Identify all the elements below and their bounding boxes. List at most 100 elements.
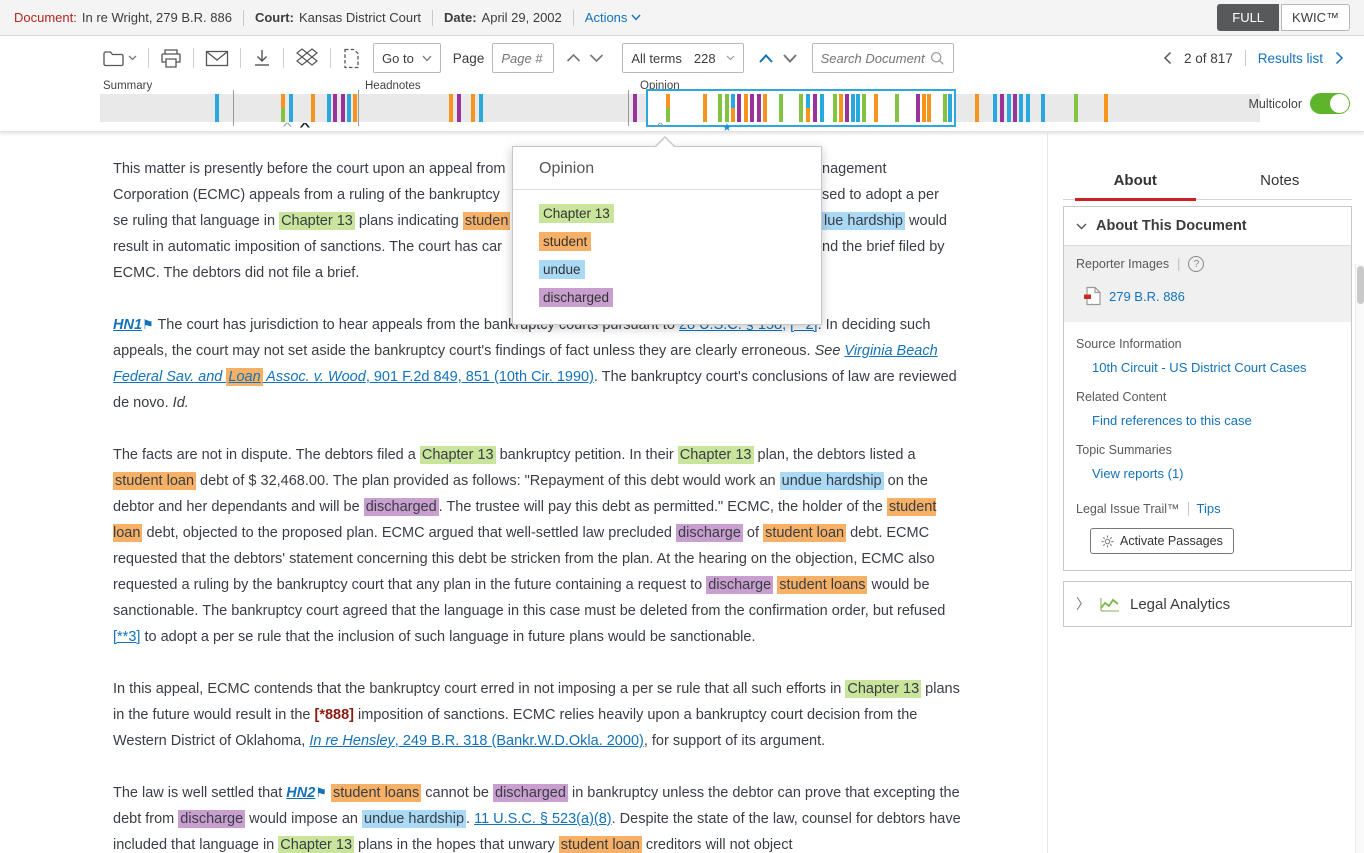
timeline-tick[interactable] [750,94,754,122]
timeline-tick[interactable] [856,94,860,122]
timeline-tick[interactable] [993,94,997,122]
inline-link[interactable]: 11 U.S.C. § 523(a)(8) [474,811,612,827]
timeline-tick[interactable] [703,94,707,122]
timeline-tick[interactable] [289,94,293,122]
inline-link[interactable]: HN2 [286,785,315,801]
timeline-tick[interactable] [813,94,817,122]
inline-link[interactable]: [**3] [113,629,140,645]
legal-analytics-panel[interactable]: 〉 Legal Analytics [1063,581,1352,627]
download-button[interactable] [250,46,274,70]
search-terms-dropdown[interactable]: All terms 228 [622,43,743,73]
tab-about[interactable]: About [1063,172,1208,199]
timeline-tick[interactable] [922,94,926,122]
timeline-tick[interactable] [757,94,761,122]
timeline-tick[interactable] [975,94,979,122]
timeline-tick[interactable] [943,94,947,122]
inline-link[interactable]: Loan [226,368,262,386]
related-content-link[interactable]: Find references to this case [1092,413,1339,428]
folder-button[interactable] [100,47,139,70]
vertical-scrollbar[interactable] [1355,264,1364,853]
timeline-caret[interactable]: ^ [283,124,292,132]
multicolor-toggle[interactable] [1310,93,1350,114]
timeline-tick[interactable] [820,94,824,122]
timeline-tick[interactable] [1007,94,1011,122]
inline-link[interactable]: In re Hensley [309,733,394,749]
actions-menu[interactable]: Actions [585,10,642,25]
copy-citation-button[interactable] [340,46,363,71]
inline-link[interactable]: Assoc. v. Wood [263,369,366,385]
activate-passages-button[interactable]: Activate Passages [1090,528,1234,554]
about-panel-header[interactable]: About This Document [1064,207,1351,246]
tips-link[interactable]: Tips [1197,501,1221,516]
timeline-tick[interactable] [281,94,285,122]
inline-link[interactable]: , 249 B.R. 318 (Bankr.W.D.Okla. 2000) [395,733,644,749]
timeline-tick[interactable] [744,94,748,122]
timeline-tick[interactable] [862,94,866,122]
timeline-tick[interactable] [1104,94,1108,122]
timeline-tick[interactable] [799,94,803,122]
timeline-caret[interactable]: ^ [299,124,310,132]
goto-dropdown[interactable]: Go to [373,43,441,73]
timeline-tick[interactable] [471,94,475,122]
timeline-tick[interactable] [1074,94,1078,122]
timeline-tick[interactable] [215,94,219,122]
timeline-tick[interactable] [845,94,849,122]
timeline-tick[interactable] [839,94,843,122]
dropbox-button[interactable] [293,46,321,71]
timeline-tick[interactable] [347,94,351,122]
timeline-tick[interactable] [457,94,461,122]
timeline-tick[interactable] [948,94,952,122]
popup-term[interactable]: student [539,234,821,249]
previous-term-button[interactable] [754,51,778,66]
results-list-link[interactable]: Results list [1258,51,1323,66]
help-icon[interactable]: ? [1188,256,1204,272]
reporter-pdf-link-row[interactable]: 279 B.R. 886 [1084,286,1339,306]
page-number-field[interactable] [492,43,554,73]
kwic-view-button[interactable]: KWIC™ [1281,4,1350,31]
print-button[interactable] [158,46,184,70]
timeline-tick[interactable] [731,94,735,122]
timeline-tick[interactable] [1041,94,1045,122]
timeline-tick[interactable] [1019,94,1023,122]
next-result-button[interactable] [1331,49,1348,67]
timeline-tick[interactable] [353,94,357,122]
next-page-button[interactable] [585,51,608,65]
timeline-tick[interactable] [1013,94,1017,122]
timeline-tick[interactable] [833,94,837,122]
timeline-tick[interactable] [895,94,899,122]
timeline-tick[interactable] [916,94,920,122]
full-view-button[interactable]: FULL [1217,4,1279,31]
timeline-tick[interactable] [874,94,878,122]
timeline-tick[interactable] [725,94,729,122]
topic-summaries-link[interactable]: View reports (1) [1092,466,1339,481]
timeline-tick[interactable] [718,94,722,122]
timeline-tick[interactable] [1026,94,1030,122]
timeline-tick[interactable] [479,94,483,122]
timeline-tick[interactable] [1000,94,1004,122]
timeline-tick[interactable] [341,94,345,122]
inline-link[interactable]: , 901 F.2d 849, 851 (10th Cir. 1990) [366,369,594,385]
email-button[interactable] [203,48,231,69]
timeline-tick[interactable] [806,94,810,122]
popup-term[interactable]: discharged [539,290,821,305]
timeline-tick[interactable] [851,94,855,122]
next-term-button[interactable] [778,51,802,66]
source-information-link[interactable]: 10th Circuit - US District Court Cases [1092,360,1339,375]
popup-term[interactable]: undue [539,262,821,277]
previous-result-button[interactable] [1159,49,1176,67]
search-document-field[interactable] [812,43,954,73]
timeline-tick[interactable] [779,94,783,122]
timeline-tick[interactable] [927,94,931,122]
previous-page-button[interactable] [562,51,585,65]
popup-term[interactable]: Chapter 13 [539,206,821,221]
timeline-caret[interactable]: ^ [656,124,665,132]
page-number-input[interactable] [501,51,545,66]
timeline-tick[interactable] [633,94,637,122]
search-document-input[interactable] [821,51,929,66]
timeline-tick[interactable] [333,94,337,122]
timeline-tick[interactable] [666,94,670,122]
reporter-citation-link[interactable]: 279 B.R. 886 [1109,289,1185,304]
timeline-tick[interactable] [449,94,453,122]
timeline-tick[interactable] [311,94,315,122]
scrollbar-thumb[interactable] [1357,266,1364,304]
